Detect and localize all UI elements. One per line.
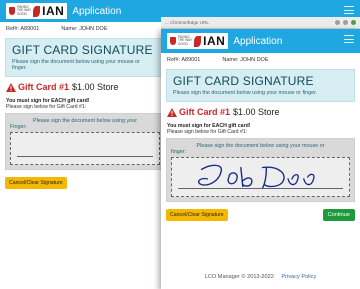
menu-icon[interactable] [344,6,354,14]
swoosh-icon [33,5,41,17]
copyright-text: LCO Manager © 2013-2022 [204,274,274,280]
logo-small-text: PAVING THE WAY GOOD [178,34,193,46]
swoosh-icon [194,35,202,47]
foreground-window: PAVING THE WAY GOOD IAN Application Ref#: … [161,29,360,289]
url-fragment[interactable]: ... Chrome/Edge URL [165,20,209,25]
page-footer: LCO Manager © 2013-2022 Privacy Policy [161,274,360,280]
record-row: Ref#: A89001 Name: JOHN DOE [161,53,360,67]
profile-icon[interactable] [351,20,356,25]
browser-toolbar: ... Chrome/Edge URL [161,17,360,29]
sign-below-label: Please sign below for Gift Card #1: [167,129,248,135]
instructions: Please sign the document below using you… [173,90,318,96]
shield-icon [170,37,176,45]
warning-icon [6,82,16,92]
signature-pad[interactable] [171,157,350,197]
finger-label: finger: [171,149,186,155]
logo: PAVING THE WAY GOOD IAN [6,3,68,19]
button-row: Cancel/Clear Signature [0,170,165,189]
continue-button[interactable]: Continue [322,209,355,221]
app-title: Application [72,5,122,17]
sign-hint: Please sign the document below using you… [196,143,325,149]
gift-card-title: Gift Card #1 $1.00 Store [161,102,360,119]
signature-line [17,156,153,157]
logo-big-text: IAN [42,4,65,18]
ref-number: Ref#: A89001 [6,26,40,32]
app-header: PAVING THE WAY GOOD IAN Application [161,29,360,53]
signature-area: Please sign the document below using you… [166,138,355,202]
ref-number: Ref#: A89001 [167,57,201,63]
signature-panel: GIFT CARD SIGNATURE Please sign the docu… [166,69,355,102]
button-row: Cancel/Clear Signature Continue [161,202,360,221]
customer-name: Name: JOHN DOE [222,57,269,63]
cancel-clear-button[interactable]: Cancel/Clear Signature [166,209,228,221]
signature-area: Please sign the document below using you… [5,113,165,170]
page-title: GIFT CARD SIGNATURE [173,74,314,88]
gift-card-label: Gift Card #1 [179,107,231,117]
gift-card-amount: $1.00 Store [72,82,119,92]
app-title: Application [233,35,283,47]
must-sign-notice: You must sign for EACH gift card! [167,123,251,129]
logo: PAVING THE WAY GOOD IAN [167,33,229,49]
signature-pad[interactable] [10,132,160,165]
menu-icon[interactable] [344,35,354,43]
signature-drawing [198,164,315,190]
customer-name: Name: JOHN DOE [61,26,108,32]
gift-card-amount: $1.00 Store [233,107,280,117]
logo-small-text: PAVING THE WAY GOOD [17,4,32,16]
shield-icon [9,7,15,15]
gift-card-label: Gift Card #1 [18,82,70,92]
extension-icon[interactable] [343,20,348,25]
finger-label: Finger: [10,124,27,130]
privacy-policy-link[interactable]: Privacy Policy [281,274,316,280]
warning-icon [167,107,177,117]
signature-line [178,188,343,189]
logo-big-text: IAN [203,34,226,48]
extension-icon[interactable] [335,20,340,25]
cancel-clear-button[interactable]: Cancel/Clear Signature [5,177,67,189]
